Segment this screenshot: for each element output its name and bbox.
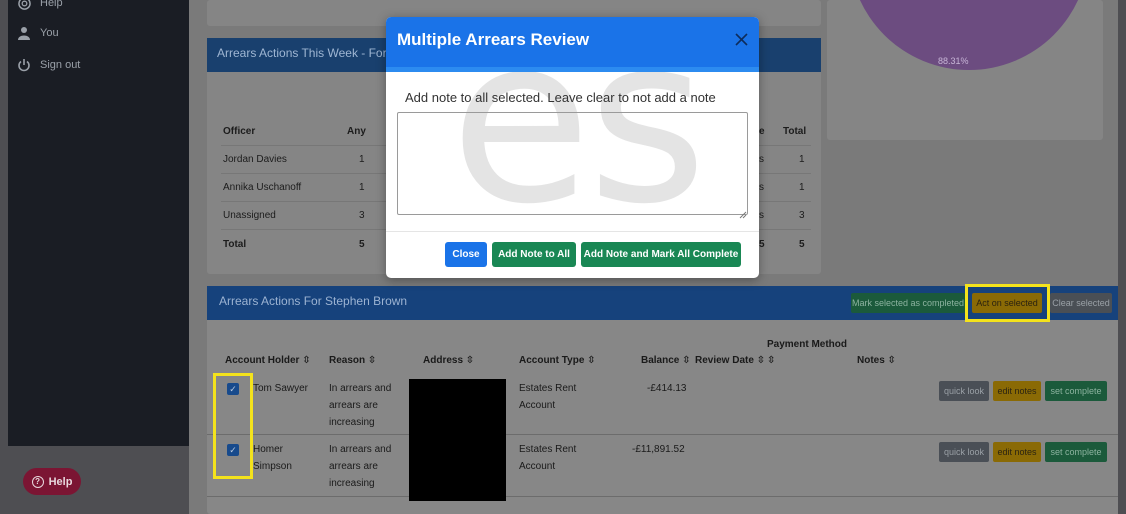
close-icon[interactable] [735,31,748,49]
add-note-to-all-button[interactable]: Add Note to All [492,242,576,267]
set-complete-button[interactable]: set complete [1045,442,1107,462]
sort-icon[interactable]: ⇳ [767,355,775,366]
officer-name: Annika Uschanoff [223,182,302,193]
col-total: Total [783,126,807,137]
highlight-checkboxes [213,373,253,479]
col-review-date[interactable]: Review Date ⇳ [695,355,765,366]
sidebar-item-label: You [40,27,59,39]
sidebar: Help You Sign out [8,0,189,446]
any-count: 3 [359,210,365,221]
window-edge [1118,0,1126,514]
balance-value: -£414.13 [647,383,687,394]
quick-look-button[interactable]: quick look [939,442,989,462]
redacted-address [409,435,506,501]
sidebar-item-label: Sign out [40,59,81,71]
help-icon [8,0,40,10]
reason-line: increasing [329,478,375,489]
set-complete-button[interactable]: set complete [1045,381,1107,401]
account-type: Estates Rent [519,444,577,455]
partial-cell: s [759,210,764,221]
chart-card: 88.31% [827,0,1103,140]
sidebar-item-help[interactable]: Help [8,0,63,14]
clear-selected-button[interactable]: Clear selected [1050,293,1112,313]
total-label: Total [223,238,247,250]
reason-line: In arrears and [329,444,392,455]
modal-header: Multiple Arrears Review [386,17,759,67]
reason-line: In arrears and [329,383,392,394]
any-count: 1 [359,154,365,165]
partial-cell: s [759,154,764,165]
col-account-holder[interactable]: Account Holder ⇳ [225,355,311,366]
sidebar-item-you[interactable]: You [8,22,59,44]
total-count: 1 [799,182,805,193]
col-notes[interactable]: Notes ⇳ [857,355,896,366]
officer-name: Jordan Davies [223,154,287,165]
account-holder: Simpson [253,461,292,472]
col-balance[interactable]: Balance ⇳ [641,355,691,366]
account-type: Account [519,400,556,411]
account-type: Account [519,461,556,472]
table-row: ✓ Tom Sawyer In arrears and arrears are … [207,374,1125,435]
total-count: 1 [799,154,805,165]
grand-total: 5 [799,238,805,250]
modal-footer-divider [386,231,759,232]
pie-label: 88.31% [938,56,969,66]
officer-name: Unassigned [223,210,276,221]
col-officer: Officer [223,126,256,137]
balance-value: -£11,891.52 [632,444,685,455]
user-icon [8,26,40,40]
col-account-type[interactable]: Account Type ⇳ [519,355,596,366]
edit-notes-button[interactable]: edit notes [993,381,1041,401]
redacted-address [409,379,506,435]
reason-line: increasing [329,417,375,428]
reason-line: arrears are [329,461,378,472]
week-panel-title: Arrears Actions This Week - For [217,46,387,60]
col-address[interactable]: Address ⇳ [423,355,474,366]
col-reason[interactable]: Reason ⇳ [329,355,376,366]
account-type: Estates Rent [519,383,577,394]
sidebar-item-sign-out[interactable]: Sign out [8,54,80,76]
col-payment-method[interactable]: Payment Method [767,339,847,350]
mark-selected-completed-button[interactable]: Mark selected as completed [851,293,965,313]
help-button[interactable]: ? Help [23,468,81,495]
modal-title: Multiple Arrears Review [397,30,590,49]
app-frame: Help You Sign out ? Help 88.31% Arrears … [0,0,1126,514]
note-prompt: Add note to all selected. Leave clear to… [405,90,716,105]
stephen-panel-title: Arrears Actions For Stephen Brown [219,294,408,308]
reason-line: arrears are [329,400,378,411]
any-total: 5 [359,238,365,250]
quick-look-button[interactable]: quick look [939,381,989,401]
account-holder: Homer [253,444,284,455]
edit-notes-button[interactable]: edit notes [993,442,1041,462]
multiple-arrears-review-modal: es Multiple Arrears Review Add note to a… [386,17,759,278]
question-icon: ? [31,475,44,488]
table-row: ✓ Homer Simpson In arrears and arrears a… [207,435,1125,501]
total-count: 3 [799,210,805,221]
col-partial: e [759,126,765,137]
note-textarea[interactable] [397,112,748,215]
highlight-act-on-selected [965,284,1050,322]
partial-total: 5 [759,238,765,250]
add-note-mark-complete-button[interactable]: Add Note and Mark All Complete [581,242,741,267]
close-button[interactable]: Close [445,242,487,267]
any-count: 1 [359,182,365,193]
power-icon [8,58,40,72]
account-holder: Tom Sawyer [253,383,309,394]
resize-grip-icon[interactable] [739,206,747,219]
pie-slice [849,0,1089,70]
help-button-label: Help [48,475,73,488]
partial-cell: s [759,182,764,193]
modal-header-accent [386,67,759,72]
sidebar-item-label: Help [40,0,63,9]
col-any: Any [347,126,366,137]
